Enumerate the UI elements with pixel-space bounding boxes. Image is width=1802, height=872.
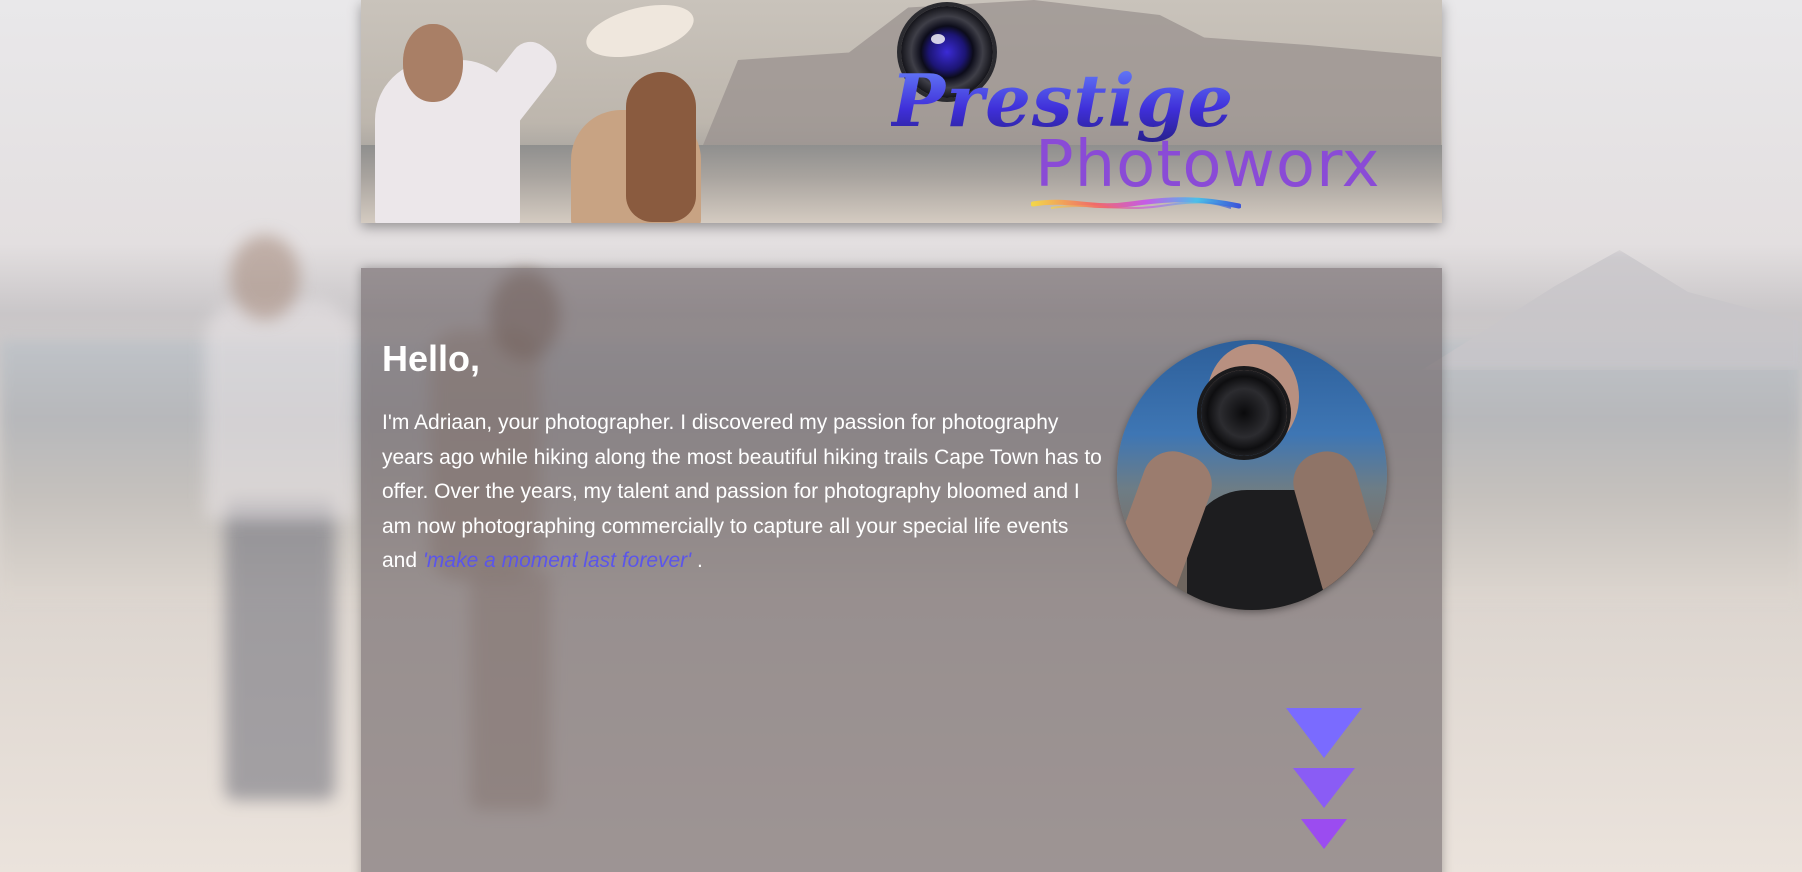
banner-man-head xyxy=(403,24,463,102)
page: Prestige Photoworx Hello, I'm Adriaan, y… xyxy=(0,0,1802,872)
rainbow-ribbon-icon xyxy=(1031,197,1241,209)
background-mountain xyxy=(1422,250,1802,370)
intro-body-text: I'm Adriaan, your photographer. I discov… xyxy=(382,411,1102,572)
logo-photoworx-text: Photoworx xyxy=(1035,128,1381,202)
intro-ending: . xyxy=(691,549,703,572)
banner-woman-hair xyxy=(626,72,696,222)
arrow-down-icon xyxy=(1293,768,1355,808)
intro-paragraph: I'm Adriaan, your photographer. I discov… xyxy=(382,406,1102,579)
camera-icon xyxy=(1201,370,1287,456)
site-logo[interactable]: Prestige Photoworx xyxy=(891,0,1421,223)
tagline-text: 'make a moment last forever' xyxy=(422,549,692,572)
background-man-body xyxy=(205,300,355,520)
arrow-down-icon xyxy=(1286,708,1362,758)
intro-card: Hello, I'm Adriaan, your photographer. I… xyxy=(361,268,1442,872)
header-banner: Prestige Photoworx xyxy=(361,0,1442,223)
arrow-down-icon xyxy=(1301,819,1347,849)
background-man-head xyxy=(230,235,300,320)
background-man-legs xyxy=(225,500,335,800)
photographer-portrait xyxy=(1117,340,1387,610)
scroll-down-arrows-icon[interactable] xyxy=(1284,708,1364,849)
banner-hat xyxy=(581,0,699,67)
greeting-heading: Hello, xyxy=(382,338,481,379)
